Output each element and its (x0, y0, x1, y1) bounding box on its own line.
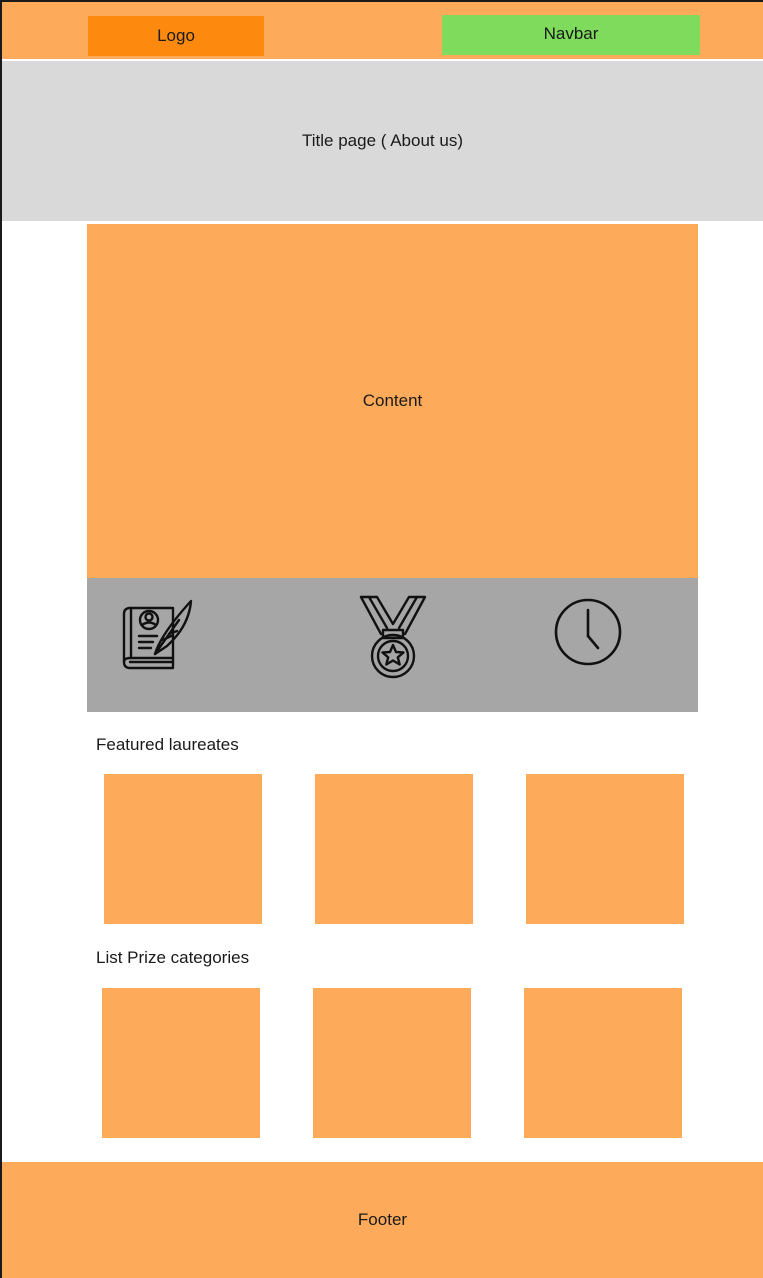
page-title-band: Title page ( About us) (2, 61, 763, 221)
navbar[interactable]: Navbar (442, 15, 700, 55)
prize-category-card[interactable] (524, 988, 682, 1138)
featured-laureates-heading: Featured laureates (96, 735, 239, 754)
site-header: Logo Navbar (2, 2, 763, 59)
content-label: Content (362, 391, 423, 410)
laureate-card[interactable] (315, 774, 473, 924)
prize-category-card[interactable] (313, 988, 471, 1138)
footer-label: Footer (357, 1210, 408, 1229)
clock-icon[interactable] (552, 596, 624, 668)
logo[interactable]: Logo (88, 16, 264, 56)
site-footer: Footer (2, 1162, 763, 1278)
main-content: Content (87, 224, 698, 578)
laureate-card[interactable] (104, 774, 262, 924)
medal-icon[interactable] (353, 594, 433, 680)
prize-categories-heading: List Prize categories (96, 948, 250, 967)
laureate-card[interactable] (526, 774, 684, 924)
page-title: Title page ( About us) (302, 131, 463, 150)
book-quill-icon[interactable] (119, 596, 199, 676)
prize-category-card[interactable] (102, 988, 260, 1138)
icons-strip (87, 578, 698, 712)
